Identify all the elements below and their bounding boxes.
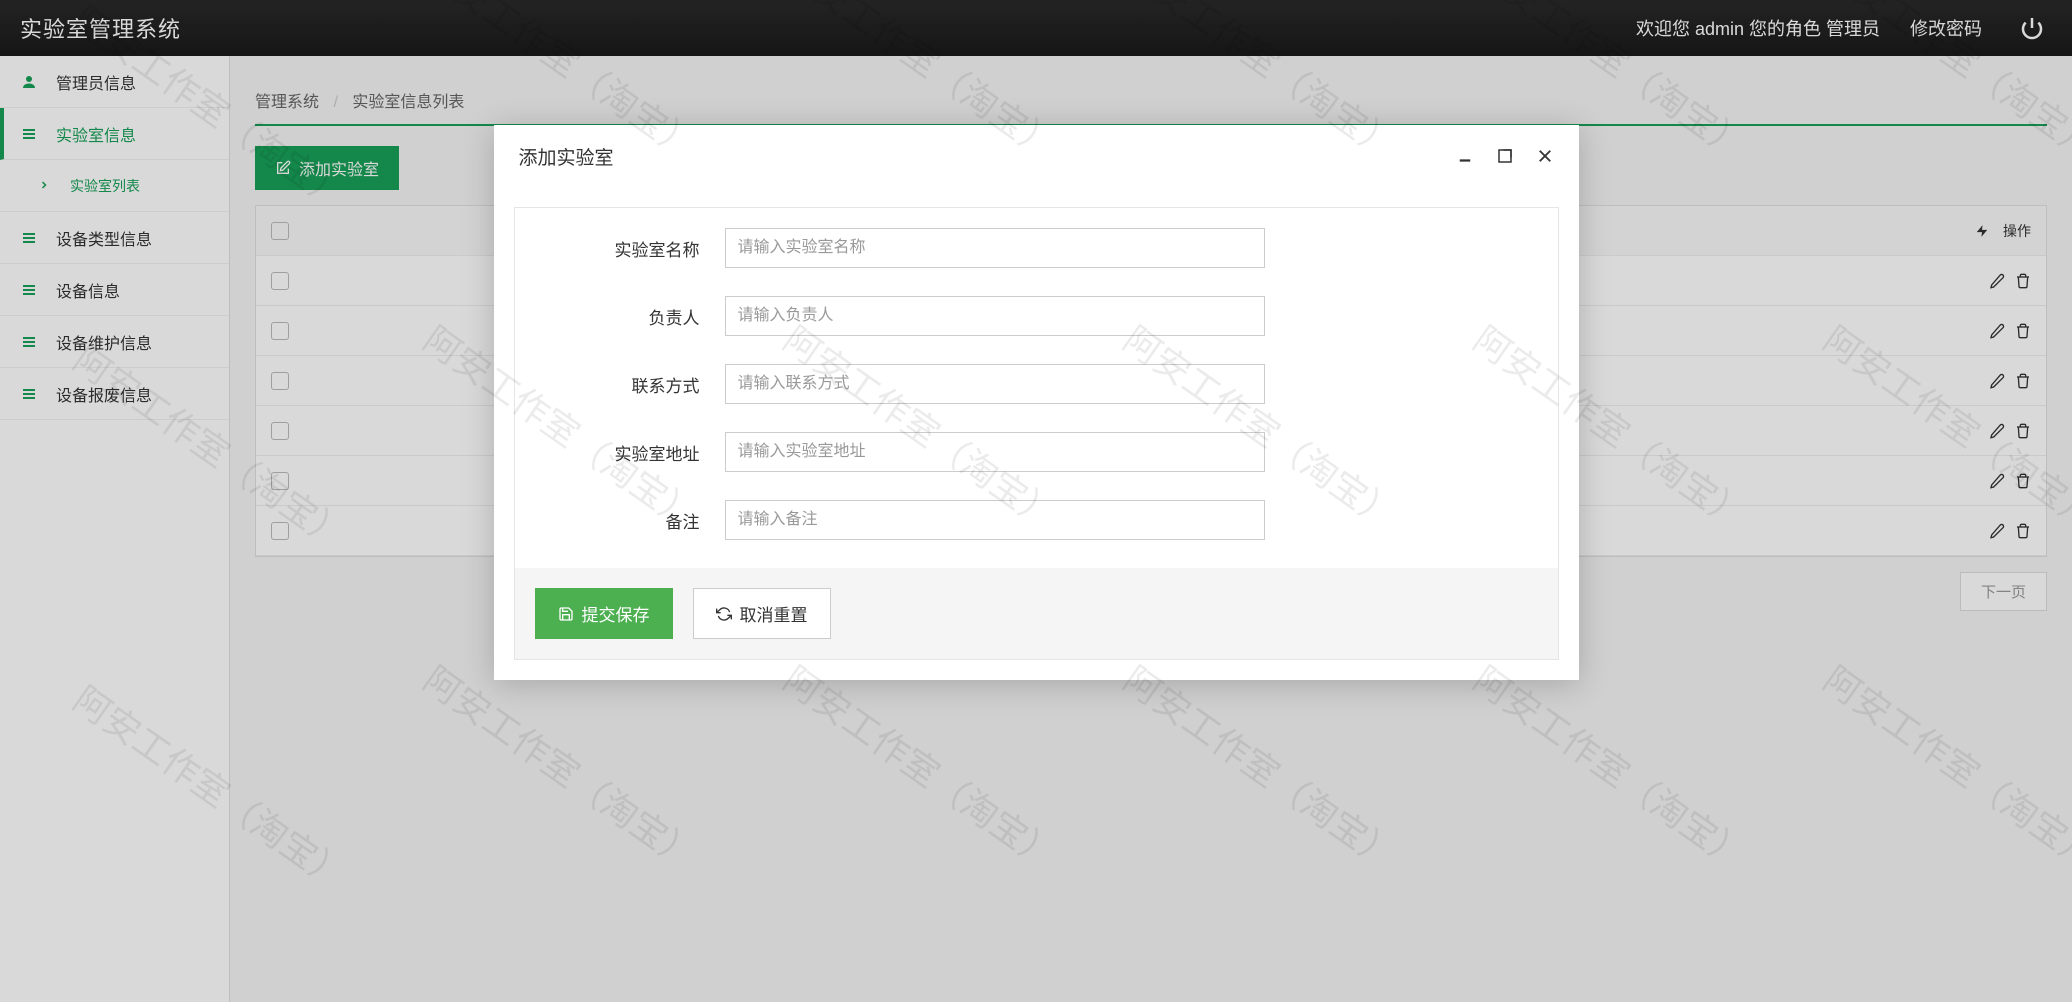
save-icon — [558, 606, 574, 622]
label-contact: 联系方式 — [535, 372, 725, 397]
reset-button[interactable]: 取消重置 — [693, 588, 831, 639]
close-button[interactable] — [1536, 147, 1554, 165]
reset-label: 取消重置 — [740, 601, 808, 626]
minimize-icon — [1456, 147, 1474, 165]
maximize-button[interactable] — [1496, 147, 1514, 165]
recycle-icon — [716, 606, 732, 622]
input-owner[interactable] — [725, 296, 1265, 336]
modal-header: 添加实验室 — [494, 125, 1579, 187]
submit-label: 提交保存 — [582, 601, 650, 626]
input-lab-name[interactable] — [725, 228, 1265, 268]
input-contact[interactable] — [725, 364, 1265, 404]
modal: 添加实验室 实验室名称 负责人 — [494, 125, 1579, 680]
form-panel: 实验室名称 负责人 联系方式 实验室地址 备注 — [514, 207, 1559, 660]
input-address[interactable] — [725, 432, 1265, 472]
minimize-button[interactable] — [1456, 147, 1474, 165]
label-address: 实验室地址 — [535, 440, 725, 465]
label-lab-name: 实验室名称 — [535, 236, 725, 261]
modal-overlay: 添加实验室 实验室名称 负责人 — [0, 0, 2072, 1002]
label-owner: 负责人 — [535, 304, 725, 329]
maximize-icon — [1496, 147, 1514, 165]
input-remark[interactable] — [725, 500, 1265, 540]
close-icon — [1536, 147, 1554, 165]
submit-button[interactable]: 提交保存 — [535, 588, 673, 639]
label-remark: 备注 — [535, 508, 725, 533]
modal-title: 添加实验室 — [519, 143, 1456, 170]
